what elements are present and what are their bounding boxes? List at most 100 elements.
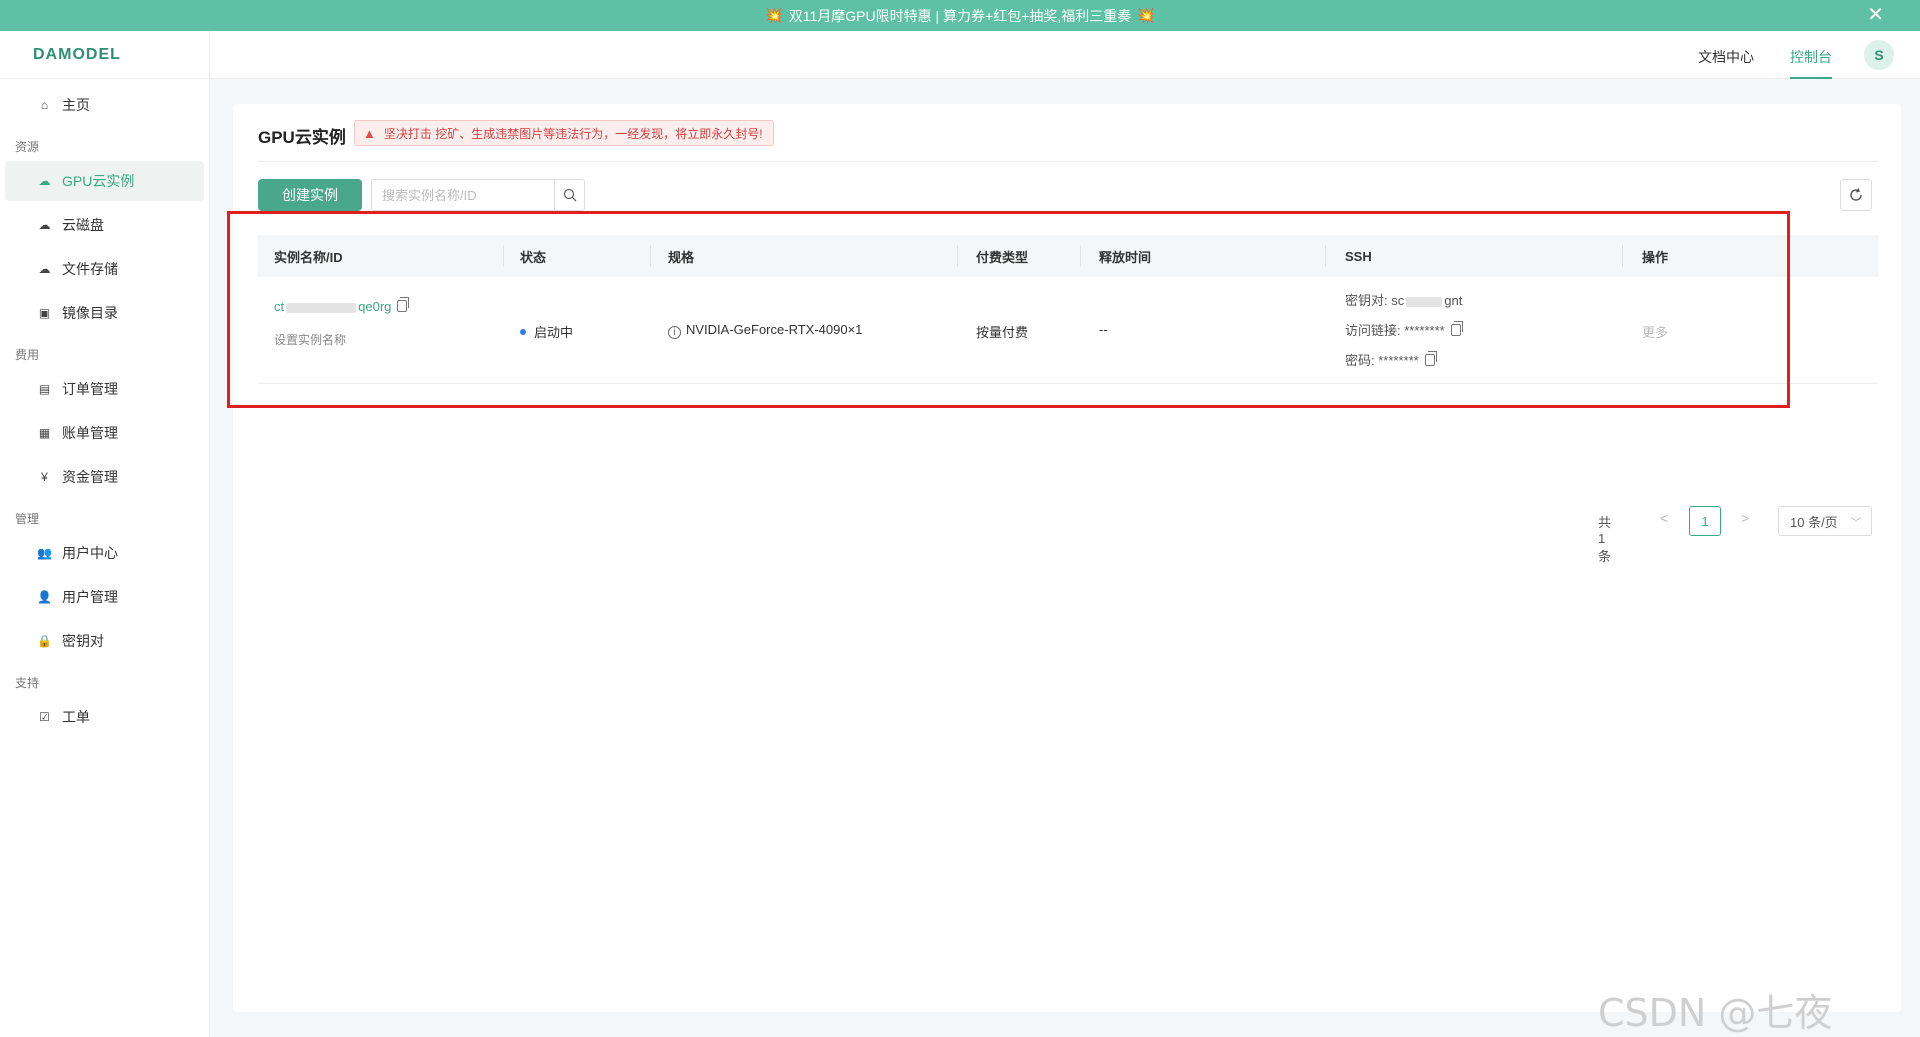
- brand-logo[interactable]: DAMODEL: [0, 31, 209, 79]
- release-time-cell: --: [1099, 322, 1108, 337]
- doc-center-link[interactable]: 文档中心: [1698, 47, 1754, 67]
- sidebar-item-label: GPU云实例: [62, 173, 135, 189]
- sidebar-item-user-manage[interactable]: 👤 用户管理: [5, 577, 204, 617]
- ssh-keypair-line: 密钥对: sc gnt: [1345, 290, 1462, 309]
- ssh-password-label: 密码:: [1345, 353, 1375, 368]
- redacted-text: [286, 302, 357, 313]
- promo-banner[interactable]: 💥 双11月摩GPU限时特惠 | 算力券+红包+抽奖,福利三重奏 💥 ✕: [0, 0, 1920, 31]
- divider: [258, 161, 1878, 162]
- ticket-icon: ☑: [39, 710, 50, 724]
- instance-id-link[interactable]: ct qe0rg: [274, 299, 391, 314]
- instance-id-cell: ct qe0rg: [274, 297, 410, 314]
- close-icon[interactable]: ✕: [1867, 4, 1884, 26]
- column-separator: [503, 245, 504, 267]
- sidebar-item-label: 主页: [62, 97, 90, 113]
- search-button[interactable]: [554, 180, 584, 210]
- gpu-instances-panel: GPU云实例 ▲ 坚决打击 挖矿、生成违禁图片等违法行为，一经发现，将立即永久封…: [233, 104, 1901, 1012]
- sidebar-item-ticket[interactable]: ☑ 工单: [5, 697, 204, 737]
- warning-notice: ▲ 坚决打击 挖矿、生成违禁图片等违法行为，一经发现，将立即永久封号!: [354, 120, 774, 146]
- watermark: CSDN @七夜zippoe: [1598, 991, 1833, 1035]
- ssh-keypair-value-end: gnt: [1444, 293, 1463, 308]
- total-count: 共 1 条: [1598, 515, 1612, 564]
- sidebar-item-gpu-instances[interactable]: ☁ GPU云实例: [5, 161, 204, 201]
- warning-icon: ▲: [363, 125, 376, 141]
- status-dot-icon: [520, 329, 526, 335]
- search-input[interactable]: [372, 180, 554, 210]
- ssh-link-label: 访问链接:: [1345, 323, 1401, 338]
- cloud-upload-icon: ☁: [38, 262, 51, 276]
- avatar[interactable]: S: [1864, 40, 1894, 70]
- sidebar-group-resources: 资源: [15, 140, 40, 154]
- column-header-status: 状态: [520, 249, 547, 265]
- explosion-icon: 💥: [1137, 7, 1155, 23]
- sidebar-item-label: 文件存储: [62, 261, 118, 277]
- column-header-spec: 规格: [668, 249, 695, 265]
- copy-icon[interactable]: [1424, 351, 1437, 366]
- sidebar-item-label: 用户中心: [62, 545, 118, 561]
- ssh-keypair-value: sc: [1391, 293, 1405, 308]
- sidebar-item-label: 账单管理: [62, 425, 118, 441]
- copy-icon[interactable]: [1450, 321, 1463, 336]
- column-separator: [1622, 245, 1623, 267]
- page-size-value: 10 条/页: [1790, 514, 1838, 530]
- sidebar-group-billing: 费用: [15, 348, 40, 362]
- spec-cell: i NVIDIA-GeForce-RTX-4090×1: [668, 322, 862, 339]
- spec-text: NVIDIA-GeForce-RTX-4090×1: [686, 322, 863, 337]
- more-actions-link[interactable]: 更多: [1642, 322, 1668, 341]
- sidebar-item-label: 订单管理: [62, 381, 118, 397]
- column-header-release-time: 释放时间: [1099, 249, 1152, 265]
- user-settings-icon: 👤: [37, 590, 52, 604]
- page-number-button[interactable]: 1: [1689, 506, 1721, 536]
- sidebar-item-images[interactable]: ▣ 镜像目录: [5, 293, 204, 333]
- sidebar-item-label: 资金管理: [62, 469, 118, 485]
- refresh-button[interactable]: [1840, 179, 1872, 211]
- ssh-password-line: 密码: ********: [1345, 350, 1437, 369]
- search-box: [371, 179, 585, 211]
- create-instance-button[interactable]: 创建实例: [258, 179, 362, 211]
- sidebar-item-home[interactable]: ⌂ 主页: [5, 85, 204, 125]
- column-header-ssh: SSH: [1345, 248, 1372, 264]
- next-page-button[interactable]: >: [1741, 510, 1749, 526]
- bill-icon: ▦: [38, 426, 51, 440]
- sidebar-group-support: 支持: [15, 676, 40, 690]
- status-badge: 启动中: [534, 325, 574, 340]
- ssh-password-value: ********: [1378, 353, 1419, 368]
- console-link[interactable]: 控制台: [1790, 47, 1832, 67]
- active-tab-indicator: [1790, 77, 1832, 79]
- column-separator: [1080, 245, 1081, 267]
- table-header: 实例名称/ID 状态 规格 付费类型 释放时间 SSH 操作: [258, 235, 1878, 277]
- sidebar-item-bills[interactable]: ▦ 账单管理: [5, 413, 204, 453]
- copy-icon[interactable]: [397, 297, 410, 312]
- page-title: GPU云实例: [258, 128, 346, 147]
- sidebar-item-user-center[interactable]: 👥 用户中心: [5, 533, 204, 573]
- column-separator: [1325, 245, 1326, 267]
- set-instance-name-link[interactable]: 设置实例名称: [274, 331, 346, 348]
- sidebar-item-label: 镜像目录: [62, 305, 118, 321]
- promo-banner-text[interactable]: 双11月摩GPU限时特惠 | 算力券+红包+抽奖,福利三重奏: [789, 6, 1132, 26]
- sidebar-item-label: 工单: [62, 709, 90, 725]
- cloud-icon: ☁: [38, 174, 51, 188]
- ssh-keypair-label: 密钥对:: [1345, 293, 1388, 308]
- warning-text: 坚决打击 挖矿、生成违禁图片等违法行为，一经发现，将立即永久封号!: [383, 126, 763, 141]
- column-header-actions: 操作: [1642, 249, 1669, 265]
- sidebar-item-orders[interactable]: ▤ 订单管理: [5, 369, 204, 409]
- column-header-pay-type: 付费类型: [976, 249, 1029, 265]
- sidebar-item-keypair[interactable]: 🔒 密钥对: [5, 621, 204, 661]
- prev-page-button[interactable]: <: [1660, 510, 1668, 526]
- pay-type-cell: 按量付费: [976, 325, 1029, 340]
- column-separator: [957, 245, 958, 267]
- sidebar-item-label: 云磁盘: [62, 217, 104, 233]
- ssh-link-line: 访问链接: ********: [1345, 320, 1463, 339]
- users-icon: 👥: [37, 546, 52, 560]
- table-row: ct qe0rg 设置实例名称 启动中 i NVIDIA-GeForce-RTX-4…: [258, 277, 1878, 384]
- sidebar-item-file-storage[interactable]: ☁ 文件存储: [5, 249, 204, 289]
- refresh-icon: [1850, 188, 1862, 201]
- column-header-name: 实例名称/ID: [274, 249, 343, 265]
- order-icon: ▤: [38, 382, 51, 396]
- sidebar-item-cloud-disk[interactable]: ☁ 云磁盘: [5, 205, 204, 245]
- page-size-select[interactable]: 10 条/页 ﹀: [1778, 506, 1872, 536]
- lock-icon: 🔒: [37, 634, 52, 648]
- sidebar-item-funds[interactable]: ¥ 资金管理: [5, 457, 204, 497]
- home-icon: ⌂: [40, 98, 49, 112]
- info-icon[interactable]: i: [668, 326, 681, 339]
